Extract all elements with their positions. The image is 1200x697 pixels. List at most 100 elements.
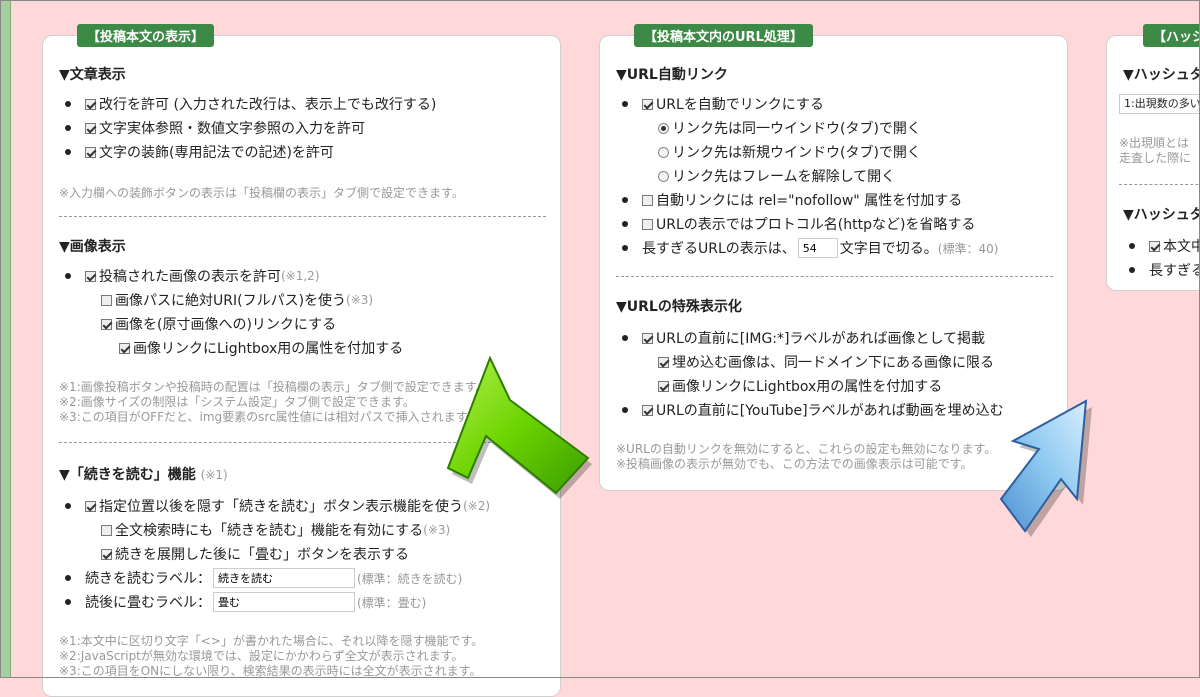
bullet [65, 599, 71, 605]
bullet [65, 575, 71, 581]
section-heading-image-display: ▼画像表示 [59, 239, 126, 255]
input-truncate-length[interactable] [797, 238, 838, 258]
bullet [65, 273, 71, 279]
list-item: 続きを読むラベル： (標準：続きを読む) [65, 568, 462, 588]
list-item: 画像リンクにLightbox用の属性を付加する [119, 338, 403, 358]
checkbox-allow-image[interactable] [85, 270, 96, 282]
list-item: URLの直前に[IMG:*]ラベルがあれば画像として掲載 [622, 328, 985, 348]
list-item: URLの直前に[YouTube]ラベルがあれば動画を埋め込む [622, 400, 1004, 420]
radio-break-frame[interactable] [658, 170, 669, 182]
note-readmore-1: ※1:本文中に区切り文字「<>」が書かれた場合に、それ以降を隠す機能です。 [59, 634, 484, 648]
checkbox-search-read-more[interactable] [101, 524, 112, 536]
bullet [622, 101, 628, 107]
label-auto-link: URLを自動でリンクにする [656, 97, 824, 113]
note-decoration: ※入力欄への装飾ボタンの表示は「投稿欄の表示」タブ側で設定できます。 [59, 186, 464, 200]
green-arrow-annotation [446, 355, 592, 499]
section-heading-url-autolink: ▼URL自動リンク [616, 67, 728, 83]
checkbox-fold-button[interactable] [101, 548, 112, 560]
checkbox-nofollow[interactable] [642, 194, 653, 206]
label-same-domain: 埋め込む画像は、同一ドメイン下にある画像に限る [672, 355, 994, 371]
select-hashtag-order[interactable]: 1:出現数の多い順 [1119, 94, 1200, 114]
panel-title: 【投稿本文内のURL処理】 [634, 24, 813, 47]
checkbox-youtube[interactable] [642, 404, 653, 416]
section-heading-read-more: ▼「続きを読む」機能 (※1) [59, 464, 228, 484]
label-allow-linebreak: 改行を許可 (入力された改行は、表示上でも改行する) [99, 97, 437, 113]
list-item: 指定位置以後を隠す「続きを読む」ボタン表示機能を使う (※2) [65, 496, 490, 516]
divider [616, 276, 1053, 277]
list-item: 長すぎるURLの表示は、 文字目で切る。 (標準：40) [622, 238, 998, 258]
list-item: 自動リンクには rel="nofollow" 属性を付加する [622, 190, 962, 210]
checkbox-allow-linebreak[interactable] [85, 98, 96, 110]
checkbox-read-more[interactable] [85, 500, 96, 512]
bullet [65, 149, 71, 155]
list-item: 文字実体参照・数値文字参照の入力を許可 [65, 118, 365, 138]
label-allow-decoration: 文字の装飾(専用記法での記述)を許可 [99, 145, 334, 161]
label-allow-image: 投稿された画像の表示を許可 [99, 269, 281, 285]
checkbox-auto-link[interactable] [642, 98, 653, 110]
list-item: 文字の装飾(専用記法での記述)を許可 [65, 142, 334, 162]
label-absolute-uri: 画像パスに絶対URI(フルパス)を使う [115, 293, 347, 309]
list-item: 長すぎる [1129, 260, 1200, 280]
label-break-frame: リンク先はフレームを解除して開く [672, 169, 896, 185]
note-hashtag-1: ※出現順とは [1119, 136, 1190, 150]
list-item: リンク先はフレームを解除して開く [658, 166, 895, 186]
bullet [622, 221, 628, 227]
ref-note: (※1,2) [281, 269, 320, 283]
list-item: 続きを展開した後に「畳む」ボタンを表示する [101, 544, 409, 564]
checkbox-omit-protocol[interactable] [642, 218, 653, 230]
label-lightbox-url: 画像リンクにLightbox用の属性を付加する [672, 379, 943, 395]
ref-note: (※3) [423, 523, 451, 537]
list-item: リンク先は新規ウインドウ(タブ)で開く [658, 142, 921, 162]
label-img-label: URLの直前に[IMG:*]ラベルがあれば画像として掲載 [656, 331, 986, 347]
panel-title: 【ハッシュタグ [1143, 24, 1200, 47]
radio-new-window[interactable] [658, 146, 669, 158]
list-item: 本文中 [1129, 236, 1200, 256]
select-wrapper: 1:出現数の多い順 [1119, 94, 1200, 114]
list-item: 埋め込む画像は、同一ドメイン下にある画像に限る [658, 352, 994, 372]
divider [1119, 184, 1200, 185]
checkbox-absolute-uri[interactable] [101, 294, 112, 306]
input-read-label[interactable] [213, 568, 355, 588]
panel-hashtag: 【ハッシュタグ ▼ハッシュタグ 1:出現数の多い順 ※出現順とは 走査した際に … [1106, 24, 1200, 291]
checkbox-lightbox-url[interactable] [658, 380, 669, 392]
label-truncate-post: 文字目で切る。 [839, 241, 938, 257]
checkbox-lightbox[interactable] [119, 342, 130, 354]
checkbox-same-domain[interactable] [658, 356, 669, 368]
list-item: 画像を(原寸画像への)リンクにする [101, 314, 336, 334]
label-truncate-pre: 長すぎるURLの表示は、 [642, 241, 796, 257]
checkbox-allow-decoration[interactable] [85, 146, 96, 158]
bullet [1129, 243, 1135, 249]
note-readmore-3: ※3:この項目をONにしない限り、検索結果の表示時には全文が表示されます。 [59, 664, 482, 678]
list-item: URLを自動でリンクにする [622, 94, 824, 114]
label-read-label: 続きを読むラベル： [85, 571, 211, 587]
label-same-window: リンク先は同一ウインドウ(タブ)で開く [672, 121, 921, 137]
label-omit-protocol: URLの表示ではプロトコル名(httpなど)を省略する [656, 217, 976, 233]
list-item: リンク先は同一ウインドウ(タブ)で開く [658, 118, 921, 138]
bullet [622, 335, 628, 341]
section-heading-hashtag-1: ▼ハッシュタグ [1123, 67, 1200, 83]
label-lightbox: 画像リンクにLightbox用の属性を付加する [133, 341, 404, 357]
list-item: 投稿された画像の表示を許可 (※1,2) [65, 266, 320, 286]
bullet [1129, 267, 1135, 273]
list-item: 改行を許可 (入力された改行は、表示上でも改行する) [65, 94, 436, 114]
bullet [65, 101, 71, 107]
note-readmore-2: ※2:JavaScriptが無効な環境では、設定にかかわらず全文が表示されます。 [59, 649, 464, 663]
default-note: (標準：40) [937, 241, 999, 256]
checkbox-allow-entity-ref[interactable] [85, 122, 96, 134]
note-url-2: ※投稿画像の表示が無効でも、この方法での画像表示は可能です。 [616, 457, 973, 471]
note-image-1: ※1:画像投稿ボタンや投稿時の配置は「投稿欄の表示」タブ側で設定できます。 [59, 380, 488, 394]
checkbox-hashtag-body[interactable] [1149, 240, 1160, 252]
label-hashtag-body: 本文中 [1163, 239, 1200, 255]
checkbox-image-link[interactable] [101, 318, 112, 330]
label-nofollow: 自動リンクには rel="nofollow" 属性を付加する [656, 193, 963, 209]
divider [59, 216, 546, 217]
radio-same-window[interactable] [658, 122, 669, 134]
label-new-window: リンク先は新規ウインドウ(タブ)で開く [672, 145, 921, 161]
input-fold-label[interactable] [213, 592, 355, 612]
label-fold-label: 読後に畳むラベル： [85, 595, 211, 611]
list-item: 全文検索時にも「続きを読む」機能を有効にする (※3) [101, 520, 450, 540]
bullet [65, 125, 71, 131]
list-item: URLの表示ではプロトコル名(httpなど)を省略する [622, 214, 975, 234]
checkbox-img-label[interactable] [642, 332, 653, 344]
label-image-link: 画像を(原寸画像への)リンクにする [115, 317, 337, 333]
